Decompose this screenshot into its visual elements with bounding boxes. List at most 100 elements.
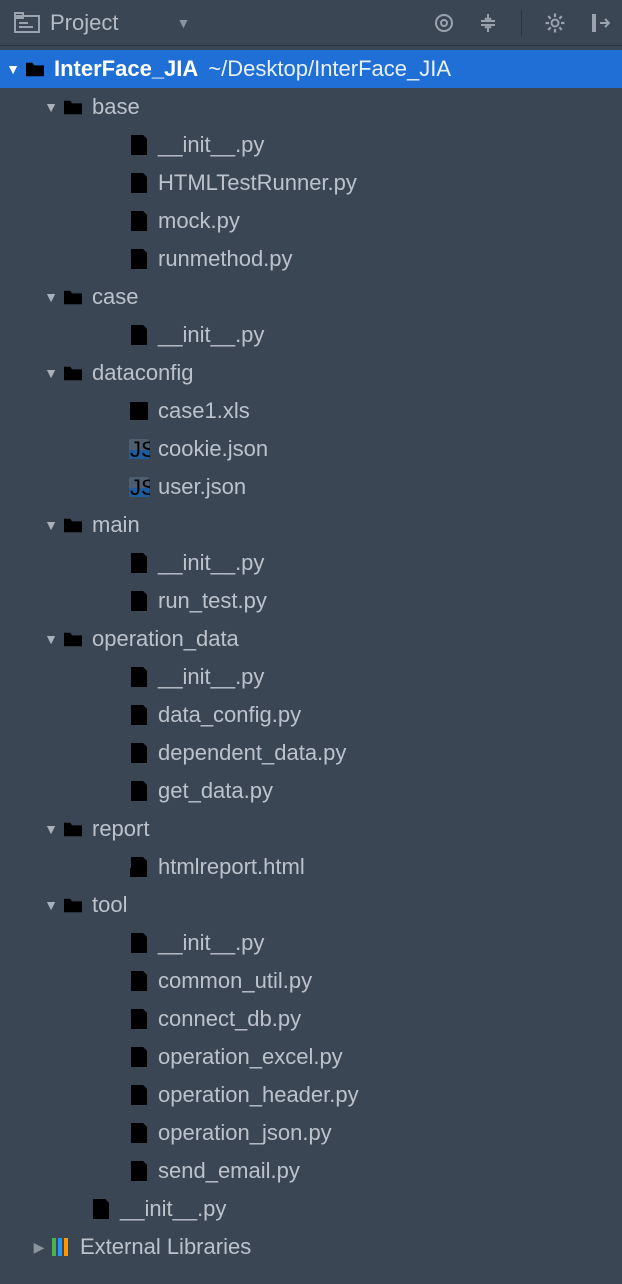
external-libraries-label: External Libraries xyxy=(80,1234,251,1260)
collapse-all-icon[interactable] xyxy=(475,10,501,36)
python-file-icon xyxy=(126,1006,152,1032)
folder-label: operation_data xyxy=(92,626,239,652)
root-name: InterFace_JIA xyxy=(54,56,198,82)
file-item[interactable]: __init__.py xyxy=(0,126,622,164)
external-libraries[interactable]: ▶ External Libraries xyxy=(0,1228,622,1266)
folder-operation-data[interactable]: ▼ operation_data xyxy=(0,620,622,658)
python-file-icon xyxy=(126,1158,152,1184)
file-item[interactable]: operation_header.py xyxy=(0,1076,622,1114)
folder-tool[interactable]: ▼ tool xyxy=(0,886,622,924)
project-view-icon xyxy=(14,10,40,36)
file-item[interactable]: connect_db.py xyxy=(0,1000,622,1038)
folder-icon xyxy=(22,56,48,82)
chevron-down-icon[interactable]: ▼ xyxy=(42,820,60,838)
file-item[interactable]: __init__.py xyxy=(0,658,622,696)
folder-label: report xyxy=(92,816,149,842)
file-label: __init__.py xyxy=(158,664,264,690)
file-label: __init__.py xyxy=(158,132,264,158)
python-file-icon xyxy=(126,664,152,690)
file-item[interactable]: operation_json.py xyxy=(0,1114,622,1152)
folder-dataconfig[interactable]: ▼ dataconfig xyxy=(0,354,622,392)
folder-icon xyxy=(60,94,86,120)
file-item[interactable]: dependent_data.py xyxy=(0,734,622,772)
folder-icon xyxy=(60,284,86,310)
folder-label: main xyxy=(92,512,140,538)
folder-icon xyxy=(60,816,86,842)
chevron-down-icon[interactable]: ▼ xyxy=(42,516,60,534)
python-file-icon xyxy=(126,1120,152,1146)
chevron-down-icon[interactable]: ▼ xyxy=(42,630,60,648)
project-root[interactable]: ▼ InterFace_JIA ~/Desktop/InterFace_JIA xyxy=(0,50,622,88)
dropdown-arrow-icon: ▼ xyxy=(176,15,190,31)
file-item[interactable]: runmethod.py xyxy=(0,240,622,278)
toolbar-separator xyxy=(521,10,522,36)
folder-label: case xyxy=(92,284,138,310)
folder-icon xyxy=(60,892,86,918)
chevron-down-icon[interactable]: ▼ xyxy=(4,60,22,78)
file-item[interactable]: case1.xls xyxy=(0,392,622,430)
project-view-selector[interactable]: Project ▼ xyxy=(14,10,431,36)
html-file-icon xyxy=(126,854,152,880)
file-item[interactable]: run_test.py xyxy=(0,582,622,620)
file-item[interactable]: __init__.py xyxy=(0,316,622,354)
file-item[interactable]: send_email.py xyxy=(0,1152,622,1190)
chevron-down-icon[interactable]: ▼ xyxy=(42,896,60,914)
folder-report[interactable]: ▼ report xyxy=(0,810,622,848)
json-file-icon xyxy=(126,436,152,462)
file-item[interactable]: common_util.py xyxy=(0,962,622,1000)
hide-icon[interactable] xyxy=(586,10,612,36)
python-file-icon xyxy=(126,132,152,158)
file-label: __init__.py xyxy=(158,322,264,348)
python-file-icon xyxy=(126,208,152,234)
scroll-from-source-icon[interactable] xyxy=(431,10,457,36)
file-label: common_util.py xyxy=(158,968,312,994)
python-file-icon xyxy=(126,322,152,348)
folder-case[interactable]: ▼ case xyxy=(0,278,622,316)
file-item[interactable]: htmlreport.html xyxy=(0,848,622,886)
xls-file-icon xyxy=(126,398,152,424)
file-item[interactable]: cookie.json xyxy=(0,430,622,468)
file-item[interactable]: __init__.py xyxy=(0,1190,622,1228)
folder-main[interactable]: ▼ main xyxy=(0,506,622,544)
folder-label: base xyxy=(92,94,140,120)
project-tree: ▼ InterFace_JIA ~/Desktop/InterFace_JIA … xyxy=(0,46,622,1266)
folder-icon xyxy=(60,360,86,386)
python-file-icon xyxy=(126,170,152,196)
python-file-icon xyxy=(126,1082,152,1108)
file-label: case1.xls xyxy=(158,398,250,424)
file-label: operation_excel.py xyxy=(158,1044,343,1070)
folder-base[interactable]: ▼ base xyxy=(0,88,622,126)
file-label: connect_db.py xyxy=(158,1006,301,1032)
file-label: runmethod.py xyxy=(158,246,293,272)
chevron-down-icon[interactable]: ▼ xyxy=(42,364,60,382)
gear-icon[interactable] xyxy=(542,10,568,36)
chevron-right-icon[interactable]: ▶ xyxy=(30,1238,48,1256)
chevron-down-icon[interactable]: ▼ xyxy=(42,288,60,306)
file-item[interactable]: user.json xyxy=(0,468,622,506)
library-icon xyxy=(48,1234,74,1260)
chevron-down-icon[interactable]: ▼ xyxy=(42,98,60,116)
file-item[interactable]: operation_excel.py xyxy=(0,1038,622,1076)
file-label: __init__.py xyxy=(158,930,264,956)
folder-label: dataconfig xyxy=(92,360,194,386)
python-file-icon xyxy=(126,778,152,804)
folder-icon xyxy=(60,626,86,652)
file-item[interactable]: get_data.py xyxy=(0,772,622,810)
python-file-icon xyxy=(126,930,152,956)
file-label: mock.py xyxy=(158,208,240,234)
file-item[interactable]: __init__.py xyxy=(0,924,622,962)
folder-icon xyxy=(60,512,86,538)
python-file-icon xyxy=(126,740,152,766)
file-item[interactable]: __init__.py xyxy=(0,544,622,582)
file-item[interactable]: mock.py xyxy=(0,202,622,240)
file-label: get_data.py xyxy=(158,778,273,804)
file-label: user.json xyxy=(158,474,246,500)
python-file-icon xyxy=(126,1044,152,1070)
file-item[interactable]: HTMLTestRunner.py xyxy=(0,164,622,202)
file-item[interactable]: data_config.py xyxy=(0,696,622,734)
file-label: run_test.py xyxy=(158,588,267,614)
folder-label: tool xyxy=(92,892,127,918)
json-file-icon xyxy=(126,474,152,500)
file-label: __init__.py xyxy=(158,550,264,576)
python-file-icon xyxy=(126,246,152,272)
